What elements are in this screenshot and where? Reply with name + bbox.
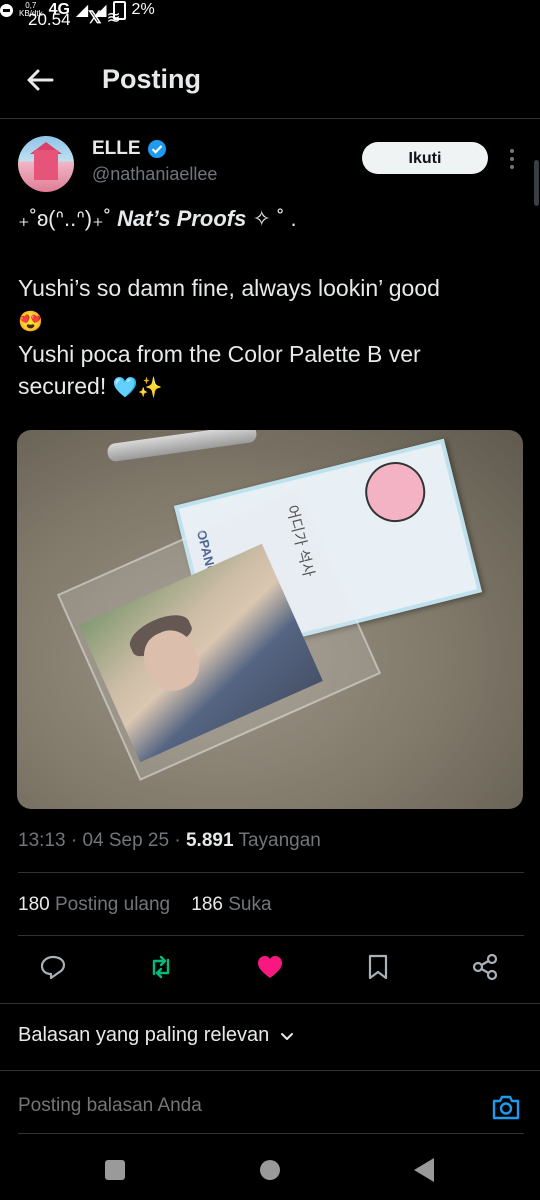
verified-badge-icon (147, 140, 166, 158)
tweet-body: Yushi’s so damn fine, always lookin’ goo… (18, 272, 518, 404)
dnd-icon (0, 3, 13, 17)
deco-prefix: ₊˚ʚ(ᐢ..ᐢ)₊˚ (18, 206, 112, 231)
scrollbar-thumb[interactable] (534, 160, 539, 206)
like-button[interactable] (255, 952, 285, 982)
status-time: 20.54 (28, 10, 71, 29)
repost-button[interactable] (146, 952, 176, 982)
views-count: 5.891 (185, 830, 234, 851)
tweet-deco-line: ₊˚ʚ(ᐢ..ᐢ)₊˚ Nat’s Proofs ✧ ˚ . (18, 206, 297, 232)
tweet-line-2: Yushi poca from the Color Palette B ver (18, 341, 421, 367)
reply-button[interactable] (38, 952, 68, 982)
share-icon (472, 953, 498, 981)
home-button[interactable] (260, 1160, 280, 1180)
views-label: Tayangan (238, 830, 321, 851)
photo-bunny-illustration (358, 455, 432, 529)
recents-button[interactable] (105, 1160, 125, 1180)
more-options-button[interactable] (504, 146, 520, 172)
tweet-line-1: Yushi’s so damn fine, always lookin’ goo… (18, 275, 440, 301)
notification-icons: 𝕏 ≋ (88, 8, 121, 28)
author-name: ELLE (92, 138, 141, 159)
page-title: Posting (102, 64, 201, 94)
blue-heart-sparkles-emoji: 🩵✨ (112, 377, 163, 399)
author-handle[interactable]: @nathaniaellee (92, 164, 217, 185)
status-right: 0,7 KB/dtk 4G ◢ ◢ 2% (0, 0, 540, 20)
tweet-time: 13:13 (18, 830, 66, 851)
tweet-date: 04 Sep 25 (82, 830, 170, 851)
arrow-left-icon (27, 69, 54, 91)
tweet-action-bar (0, 946, 540, 992)
avatar-house (34, 150, 58, 180)
system-back-button[interactable] (414, 1158, 434, 1182)
more-vertical-icon (510, 149, 514, 169)
share-button[interactable] (470, 952, 500, 982)
status-bar: 20.54 𝕏 ≋ 0,7 KB/dtk 4G ◢ ◢ 2% (0, 0, 540, 40)
bookmark-button[interactable] (363, 952, 393, 982)
photo-pen (106, 430, 258, 463)
signal-icon: ◢ (75, 2, 89, 19)
deco-title: Nat’s Proofs (117, 206, 247, 231)
repost-icon (152, 955, 170, 979)
deco-suffix: ✧ ˚ . (252, 206, 297, 231)
divider (0, 1003, 540, 1004)
likes-label: Suka (228, 894, 272, 915)
reply-icon (40, 955, 66, 980)
divider (0, 1070, 540, 1071)
chevron-down-icon (281, 1032, 294, 1040)
reply-sort-dropdown[interactable]: Balasan yang paling relevan (18, 1024, 295, 1047)
heart-eyes-emoji: 😍 (18, 311, 43, 333)
avatar[interactable] (18, 136, 74, 192)
tweet-meta: 13:13 · 04 Sep 25 · 5.891 Tayangan (18, 830, 321, 851)
system-nav-bar (0, 1140, 540, 1200)
x-logo-icon: 𝕏 (88, 8, 102, 27)
database-icon: ≋ (106, 8, 121, 27)
reply-sort-label: Balasan yang paling relevan (18, 1024, 270, 1046)
bookmark-icon (368, 954, 388, 980)
camera-icon (492, 1095, 520, 1120)
tweet-photo[interactable]: OPANCHU USAGI 어디가 석사 (17, 430, 523, 809)
camera-button[interactable] (490, 1092, 522, 1122)
likes-stat[interactable]: 186 Suka (191, 894, 271, 915)
top-app-bar: Posting (0, 48, 540, 119)
heart-filled-icon (258, 956, 282, 978)
battery-percent: 2% (131, 1, 155, 18)
back-button[interactable] (22, 62, 58, 98)
tweet-line-3: secured! (18, 373, 107, 399)
divider (18, 935, 524, 936)
reposts-label: Posting ulang (54, 894, 171, 915)
author-name-row[interactable]: ELLE (92, 138, 167, 160)
divider (18, 1133, 524, 1134)
reposts-count: 180 (18, 894, 50, 915)
likes-count: 186 (191, 894, 223, 915)
divider (18, 872, 524, 873)
tweet-stats: 180 Posting ulang 186 Suka (18, 894, 272, 916)
follow-button[interactable]: Ikuti (362, 142, 488, 174)
reply-input[interactable] (18, 1095, 478, 1117)
reposts-stat[interactable]: 180 Posting ulang (18, 894, 170, 915)
